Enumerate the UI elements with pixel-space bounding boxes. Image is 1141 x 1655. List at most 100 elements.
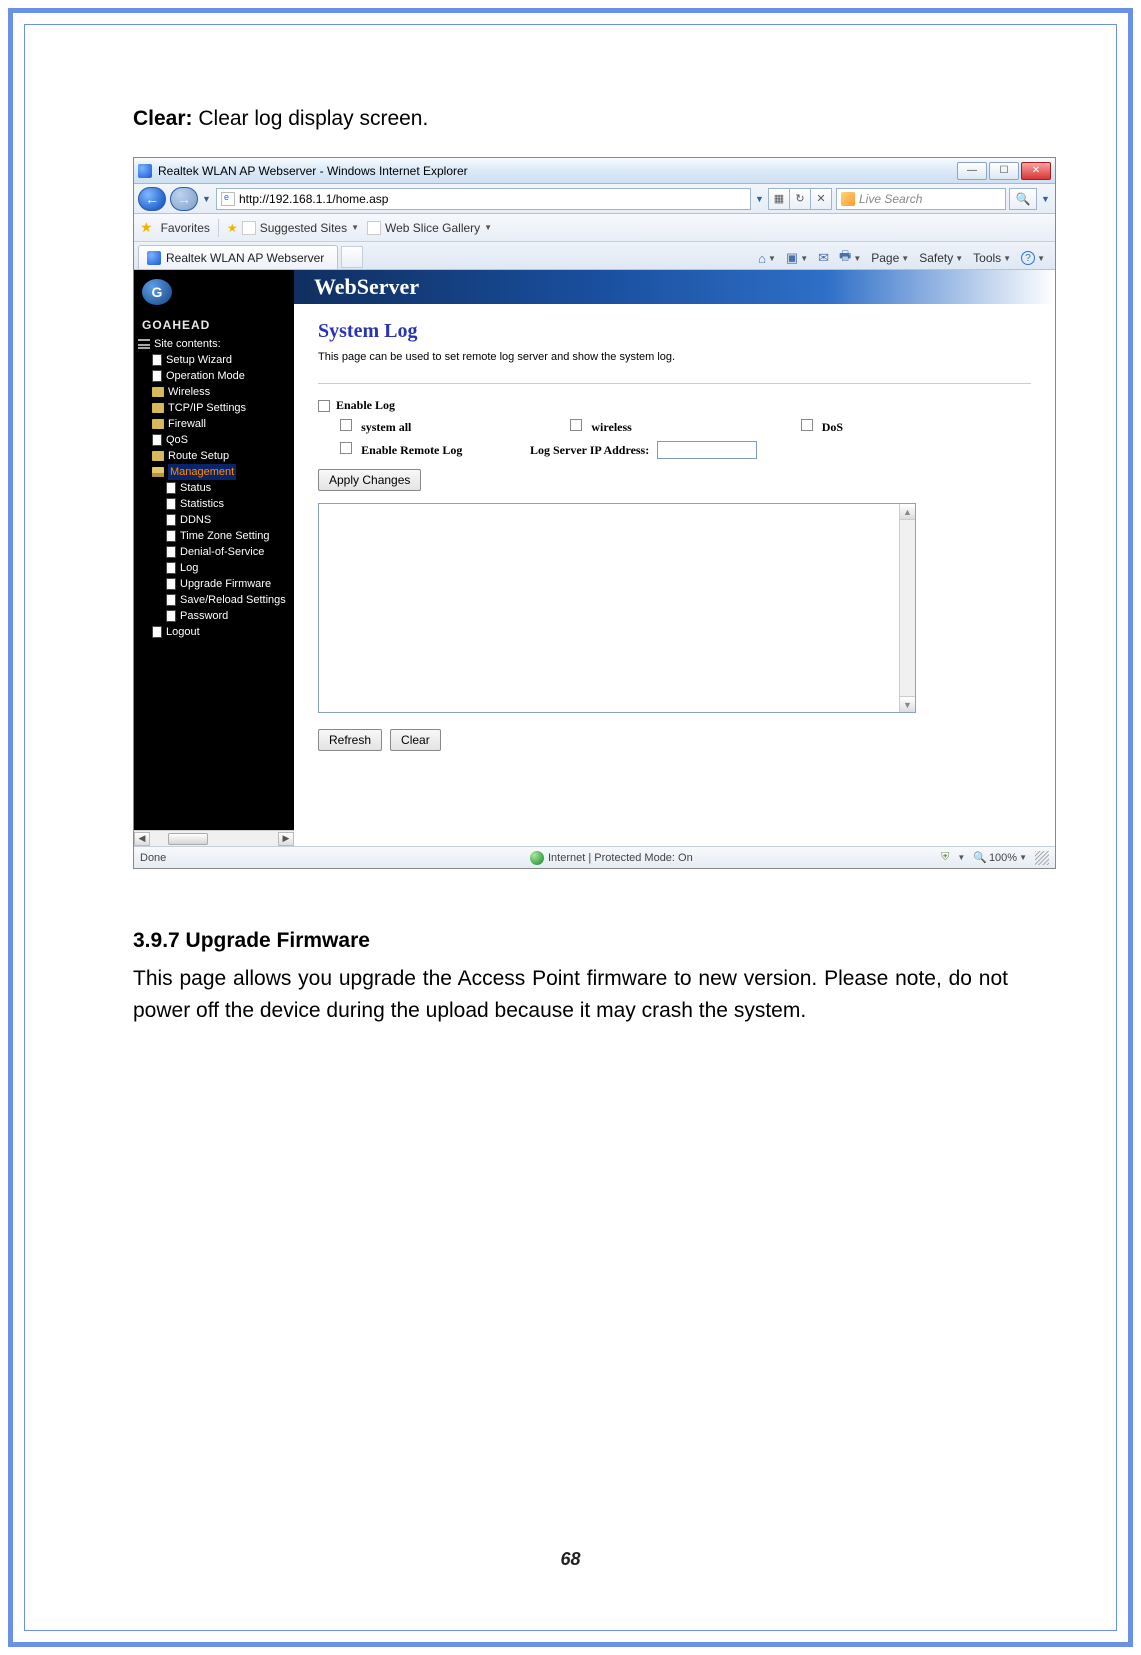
feeds-button[interactable]: ▣▼ (786, 250, 808, 266)
nav-firewall[interactable]: Firewall (138, 416, 294, 432)
nav-tcpip[interactable]: TCP/IP Settings (138, 400, 294, 416)
status-bar: Done Internet | Protected Mode: On ⛨▼ 🔍 … (134, 846, 1055, 868)
compat-view-button[interactable]: ▦ (768, 188, 790, 210)
nav-statistics[interactable]: Statistics (138, 496, 294, 512)
tab-row: Realtek WLAN AP Webserver ⌂▼ ▣▼ ✉ 🖶▼ Pag… (134, 242, 1055, 270)
clear-log-button[interactable]: Clear (390, 729, 441, 751)
status-zone: Internet | Protected Mode: On (530, 851, 941, 865)
nav-dos[interactable]: Denial-of-Service (138, 544, 294, 560)
print-button[interactable]: 🖶▼ (839, 247, 861, 269)
refresh-button[interactable]: ↻ (789, 188, 811, 210)
scroll-right-icon[interactable]: ▶ (278, 832, 294, 846)
enable-log-checkbox[interactable] (318, 400, 330, 412)
back-button[interactable]: ← (138, 187, 166, 211)
stop-button[interactable]: ✕ (810, 188, 832, 210)
resize-grip-icon[interactable] (1035, 851, 1049, 865)
tab-favicon-icon (147, 251, 161, 265)
nav-ddns[interactable]: DDNS (138, 512, 294, 528)
new-tab-button[interactable] (341, 246, 363, 268)
wireless-checkbox[interactable] (570, 419, 582, 431)
url-text: http://192.168.1.1/home.asp (239, 192, 388, 206)
page-icon (367, 221, 381, 235)
page-icon (221, 192, 235, 206)
nav-log[interactable]: Log (138, 560, 294, 576)
page-title: System Log (318, 320, 1031, 343)
zoom-value: 100% (989, 852, 1017, 864)
chevron-down-icon: ▼ (484, 223, 492, 232)
screenshot: Realtek WLAN AP Webserver - Windows Inte… (133, 157, 1056, 869)
page-icon (166, 530, 176, 542)
favorites-label[interactable]: Favorites (161, 221, 210, 235)
logo-area: G (134, 270, 294, 314)
apply-changes-button[interactable]: Apply Changes (318, 469, 421, 491)
nav-password[interactable]: Password (138, 608, 294, 624)
page-icon (166, 594, 176, 606)
help-icon: ? (1021, 251, 1035, 265)
url-dropdown-icon[interactable]: ▼ (755, 194, 765, 204)
maximize-button[interactable]: ☐ (989, 162, 1019, 180)
tab-active[interactable]: Realtek WLAN AP Webserver (138, 245, 338, 269)
window-titlebar: Realtek WLAN AP Webserver - Windows Inte… (134, 158, 1055, 184)
home-icon: ⌂ (758, 251, 766, 266)
url-field[interactable]: http://192.168.1.1/home.asp (216, 188, 751, 210)
refresh-log-button[interactable]: Refresh (318, 729, 382, 751)
nav-logout[interactable]: Logout (138, 624, 294, 640)
site-contents[interactable]: Site contents: (138, 336, 294, 352)
search-dropdown-icon[interactable]: ▼ (1041, 194, 1051, 204)
security-report-icon[interactable]: ⛨ (941, 851, 949, 864)
zoom-control[interactable]: 🔍 100% ▼ (973, 851, 1027, 864)
close-button[interactable]: ✕ (1021, 162, 1051, 180)
stack-icon (138, 339, 150, 349)
page-menu[interactable]: Page▼ (871, 251, 909, 265)
tab-title: Realtek WLAN AP Webserver (166, 251, 324, 265)
log-textarea[interactable]: ▲ ▼ (318, 503, 916, 713)
tools-menu[interactable]: Tools▼ (973, 251, 1011, 265)
action-row: Refresh Clear (318, 729, 1031, 751)
search-button[interactable]: 🔍 (1009, 188, 1037, 210)
history-dropdown-icon[interactable]: ▼ (202, 194, 212, 204)
status-right: ⛨ ▼ 🔍 100% ▼ (941, 851, 1049, 865)
nav-qos[interactable]: QoS (138, 432, 294, 448)
suggested-sites-link[interactable]: ★ Suggested Sites ▼ (227, 221, 359, 235)
nav-timezone[interactable]: Time Zone Setting (138, 528, 294, 544)
home-button[interactable]: ⌂▼ (758, 251, 776, 266)
nav-save-reload[interactable]: Save/Reload Settings (138, 592, 294, 608)
safety-menu[interactable]: Safety▼ (919, 251, 963, 265)
help-button[interactable]: ?▼ (1021, 251, 1045, 265)
favorites-star-icon[interactable]: ★ (140, 219, 153, 236)
nav-upgrade-firmware[interactable]: Upgrade Firmware (138, 576, 294, 592)
minimize-button[interactable]: — (957, 162, 987, 180)
chevron-down-icon: ▼ (1019, 853, 1027, 862)
scroll-down-icon[interactable]: ▼ (900, 696, 915, 712)
search-box[interactable]: Live Search (836, 188, 1006, 210)
sidebar-scrollbar[interactable]: ◀ ▶ (134, 830, 294, 846)
clear-desc: Clear log display screen. (193, 107, 429, 130)
nav-status[interactable]: Status (138, 480, 294, 496)
enable-log-row: Enable Log (318, 398, 1031, 413)
folder-open-icon (152, 467, 164, 477)
nav-operation-mode[interactable]: Operation Mode (138, 368, 294, 384)
log-scrollbar[interactable]: ▲ ▼ (899, 504, 915, 712)
read-mail-button[interactable]: ✉ (818, 250, 829, 266)
scroll-up-icon[interactable]: ▲ (900, 504, 915, 520)
log-options-row: system all wireless DoS (318, 419, 1031, 435)
forward-button[interactable]: → (170, 187, 198, 211)
feeds-icon: ▣ (786, 250, 798, 266)
dos-checkbox[interactable] (801, 419, 813, 431)
ip-label: Log Server IP Address: (530, 443, 649, 458)
web-slice-gallery-link[interactable]: Web Slice Gallery ▼ (367, 221, 492, 235)
enable-remote-checkbox[interactable] (340, 442, 352, 454)
ip-input[interactable] (657, 441, 757, 459)
system-all-checkbox[interactable] (340, 419, 352, 431)
nav-route[interactable]: Route Setup (138, 448, 294, 464)
page-icon (166, 610, 176, 622)
scroll-left-icon[interactable]: ◀ (134, 832, 150, 846)
nav-wireless[interactable]: Wireless (138, 384, 294, 400)
goahead-logo-icon: G (142, 279, 172, 305)
sidebar: G GOAHEAD Site contents: Setup Wizard Op… (134, 270, 294, 846)
nav-setup-wizard[interactable]: Setup Wizard (138, 352, 294, 368)
page-icon (166, 578, 176, 590)
scroll-thumb[interactable] (168, 833, 208, 845)
nav-management[interactable]: Management (138, 464, 294, 480)
divider (318, 383, 1031, 384)
